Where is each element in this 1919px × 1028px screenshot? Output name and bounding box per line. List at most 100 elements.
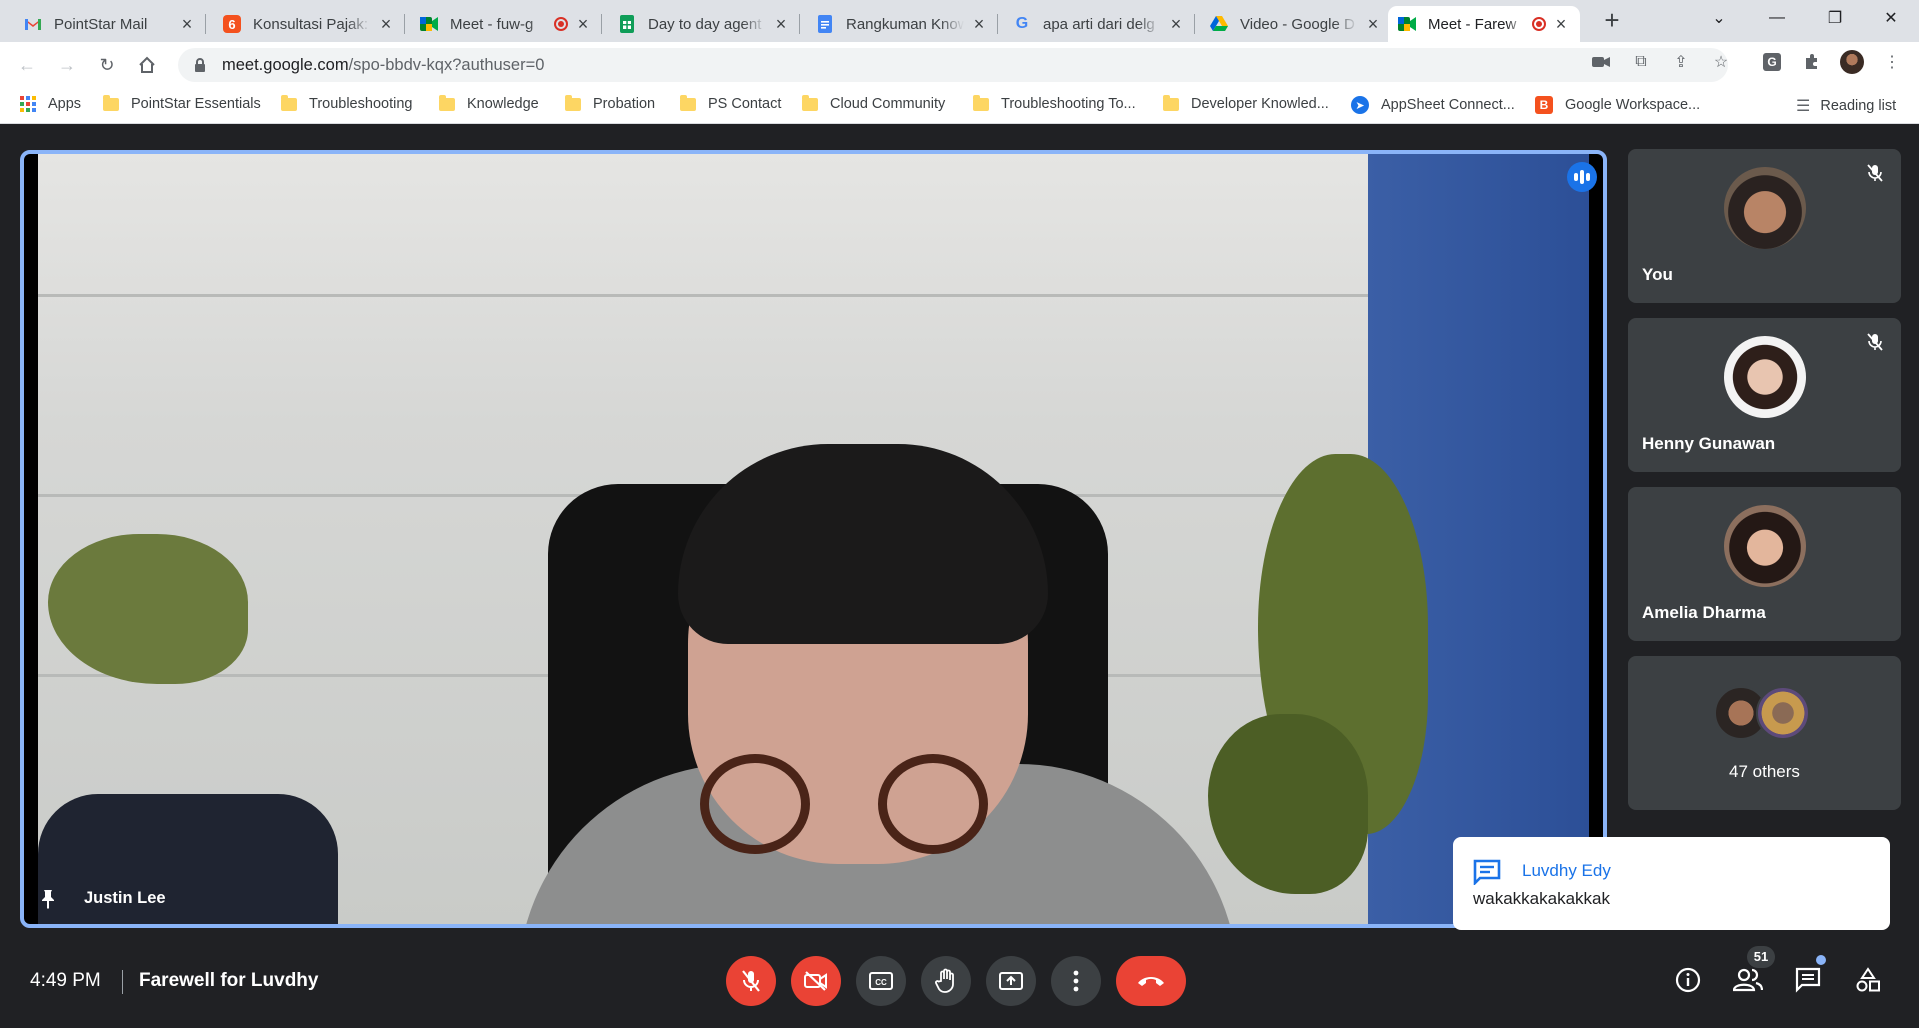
- close-tab-icon[interactable]: ×: [1552, 14, 1570, 35]
- minimize-icon[interactable]: —: [1748, 0, 1806, 36]
- meeting-clock: 4:49 PM: [30, 970, 101, 991]
- tab-separator: [799, 14, 800, 34]
- tab-title: PointStar Mail: [54, 15, 148, 33]
- people-icon: [1733, 968, 1763, 992]
- bookmark-label: Cloud Community: [830, 96, 946, 112]
- bookmark-folder[interactable]: Knowledge: [439, 94, 539, 112]
- tab-rangkuman-knowledge[interactable]: Rangkuman Know ×: [806, 6, 998, 42]
- bookmark-label: AppSheet Connect...: [1381, 97, 1515, 113]
- tab-day-to-day-agent[interactable]: Day to day agent ×: [608, 6, 800, 42]
- google-drive-icon: [1210, 15, 1228, 33]
- bookmark-label: Developer Knowled...: [1191, 96, 1329, 112]
- close-tab-icon[interactable]: ×: [970, 14, 988, 35]
- back-icon[interactable]: ←: [12, 50, 42, 80]
- close-tab-icon[interactable]: ×: [574, 14, 592, 35]
- bookmark-folder[interactable]: PS Contact: [680, 94, 782, 112]
- reading-list-button[interactable]: ☰ Reading list: [1796, 96, 1896, 116]
- google-docs-icon: [816, 15, 834, 33]
- url-text: meet.google.com/spo-bbdv-kqx?authuser=0: [222, 56, 544, 75]
- unread-indicator: [1816, 955, 1826, 965]
- chat-with-everyone-button[interactable]: [1788, 960, 1828, 1000]
- restore-window-icon[interactable]: ❐: [1806, 0, 1864, 36]
- bookmark-google-workspace[interactable]: B Google Workspace...: [1535, 96, 1700, 114]
- folder-icon: [281, 94, 297, 111]
- close-tab-icon[interactable]: ×: [772, 14, 790, 35]
- bookmark-label: Troubleshooting To...: [1001, 96, 1136, 112]
- close-tab-icon[interactable]: ×: [1167, 14, 1185, 35]
- bookmark-folder[interactable]: Cloud Community: [802, 94, 946, 112]
- bookmark-label: Google Workspace...: [1565, 97, 1701, 113]
- folder-icon: [565, 94, 581, 111]
- chat-notification[interactable]: Luvdhy Edy wakakkakakakkak: [1453, 837, 1890, 930]
- participant-tile-you[interactable]: You: [1628, 149, 1901, 303]
- camera-in-use-icon[interactable]: [1586, 47, 1616, 77]
- profile-avatar[interactable]: [1837, 47, 1867, 77]
- close-tab-icon[interactable]: ×: [1364, 14, 1382, 35]
- avatar: [1724, 336, 1806, 418]
- gmail-icon: [24, 15, 42, 33]
- bag: [38, 794, 338, 924]
- home-icon[interactable]: [132, 50, 162, 80]
- mic-off-icon: [1865, 163, 1885, 183]
- tab-search-icon[interactable]: ⌄: [1690, 0, 1748, 36]
- pin-icon[interactable]: [38, 888, 58, 910]
- reading-list-label: Reading list: [1820, 98, 1897, 114]
- forward-icon[interactable]: →: [52, 50, 82, 80]
- close-tab-icon[interactable]: ×: [377, 14, 395, 35]
- close-window-icon[interactable]: ✕: [1862, 0, 1919, 36]
- toggle-microphone-button[interactable]: [726, 956, 776, 1006]
- participant-name: You: [1642, 265, 1673, 284]
- tab-pointstar-mail[interactable]: PointStar Mail ×: [14, 6, 206, 42]
- tab-meet-fuw[interactable]: Meet - fuw-g ×: [410, 6, 602, 42]
- meeting-details-button[interactable]: [1668, 960, 1708, 1000]
- extensions-puzzle-icon[interactable]: [1797, 47, 1827, 77]
- leave-call-button[interactable]: [1116, 956, 1186, 1006]
- bookmark-label: Probation: [593, 96, 656, 112]
- new-tab-button[interactable]: +: [1597, 6, 1627, 36]
- more-vert-icon: [1073, 970, 1079, 992]
- bookmark-star-icon[interactable]: ☆: [1706, 47, 1736, 77]
- bookmark-folder[interactable]: Probation: [565, 94, 656, 112]
- bookmark-folder[interactable]: Developer Knowled...: [1163, 94, 1329, 112]
- google-sheets-icon: [618, 15, 636, 33]
- address-bar[interactable]: meet.google.com/spo-bbdv-kqx?authuser=0: [178, 48, 1728, 82]
- folder-icon: [439, 94, 455, 111]
- participant-tile-amelia[interactable]: Amelia Dharma: [1628, 487, 1901, 641]
- tab-title: Video - Google D: [1240, 15, 1355, 33]
- tab-konsultasi-pajak[interactable]: 6 Konsultasi Pajak: f ×: [213, 6, 405, 42]
- browser-menu-icon[interactable]: ⋮: [1877, 47, 1907, 77]
- activities-button[interactable]: [1848, 960, 1888, 1000]
- bookmark-folder[interactable]: Troubleshooting: [281, 94, 412, 112]
- chat-sender: Luvdhy Edy: [1522, 861, 1611, 880]
- raise-hand-button[interactable]: [921, 956, 971, 1006]
- tab-meet-farewell[interactable]: Meet - Farew ×: [1388, 6, 1580, 42]
- mic-off-icon: [742, 970, 760, 992]
- lock-icon[interactable]: [194, 57, 208, 73]
- info-icon: [1675, 967, 1701, 993]
- share-icon[interactable]: ⇪: [1666, 47, 1696, 77]
- bookmark-folder[interactable]: PointStar Essentials: [103, 94, 261, 112]
- reload-icon[interactable]: ↻: [92, 50, 122, 80]
- main-speaker-tile[interactable]: Justin Lee: [20, 150, 1607, 928]
- apps-grid-icon: [20, 96, 36, 112]
- bookmark-label: PS Contact: [708, 96, 782, 112]
- present-screen-icon: [999, 972, 1023, 990]
- participant-tile-others[interactable]: 47 others: [1628, 656, 1901, 810]
- close-tab-icon[interactable]: ×: [178, 14, 196, 35]
- participant-tile-henny[interactable]: Henny Gunawan: [1628, 318, 1901, 472]
- bookmark-appsheet[interactable]: ➤ AppSheet Connect...: [1351, 96, 1515, 114]
- plant: [48, 534, 248, 684]
- tax-site-icon: 6: [223, 15, 241, 33]
- extension-g-icon[interactable]: G: [1757, 47, 1787, 77]
- more-options-button[interactable]: [1051, 956, 1101, 1006]
- captions-button[interactable]: CC: [856, 956, 906, 1006]
- tab-google-search[interactable]: G apa arti dari delg ×: [1003, 6, 1195, 42]
- bookmark-folder[interactable]: Troubleshooting To...: [973, 94, 1136, 112]
- open-in-new-window-icon[interactable]: ⧉: [1626, 47, 1656, 77]
- present-now-button[interactable]: [986, 956, 1036, 1006]
- chat-icon: [1795, 967, 1821, 993]
- tab-google-drive-video[interactable]: Video - Google D ×: [1200, 6, 1392, 42]
- bookmark-apps[interactable]: Apps: [20, 96, 81, 112]
- tab-separator: [1194, 14, 1195, 34]
- toggle-camera-button[interactable]: [791, 956, 841, 1006]
